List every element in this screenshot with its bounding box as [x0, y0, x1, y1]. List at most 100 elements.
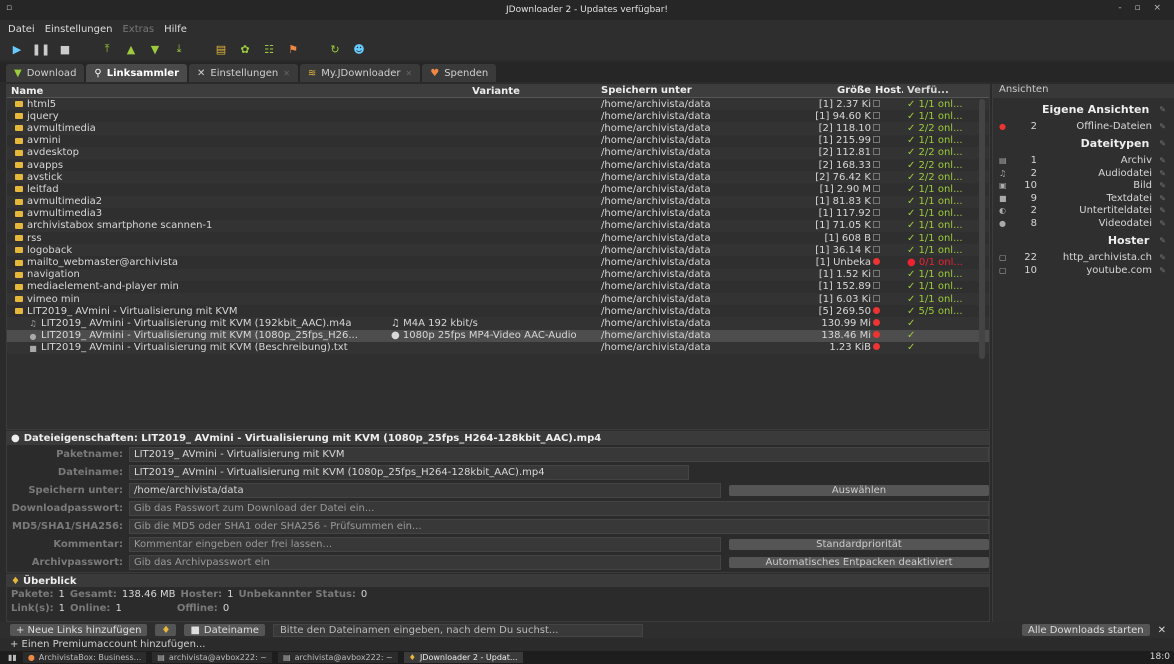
sidebar-view-item[interactable]: ▤ 1 Archiv ✎	[993, 155, 1174, 168]
link-row[interactable]: ■ LIT2019_ AVmini - Virtualisierung mit K…	[7, 341, 989, 354]
add-premium-link[interactable]: + Einen Premiumaccount hinzufügen...	[0, 638, 1174, 651]
flag-icon[interactable]: ⚑	[286, 42, 300, 56]
stop-icon[interactable]: ■	[58, 42, 72, 56]
package-row[interactable]: avstick/home/archivista/data [2] 76.42 K ✓…	[7, 171, 989, 184]
edit-icon[interactable]: ✎	[1152, 253, 1166, 262]
package-row[interactable]: html5/home/archivista/data [1] 2.37 Ki ✓ 1…	[7, 98, 989, 111]
edit-icon[interactable]: ✎	[1152, 219, 1166, 228]
save-path-field[interactable]: /home/archivista/data	[129, 482, 721, 498]
sidebar-view-item[interactable]: ■ 9 Textdatei ✎	[993, 192, 1174, 205]
sidebar-view-item[interactable]: ▢ 10 youtube.com ✎	[993, 264, 1174, 277]
sidebar-view-item[interactable]: ◐ 2 Untertiteldatei ✎	[993, 205, 1174, 218]
clipboard-icon[interactable]: ▤	[214, 42, 228, 56]
shutdown-icon[interactable]: ☻	[352, 42, 366, 56]
package-row[interactable]: avapps/home/archivista/data [2] 168.33 ✓ 2…	[7, 159, 989, 171]
package-row[interactable]: navigation/home/archivista/data [1] 1.52 …	[7, 268, 989, 281]
package-field[interactable]: LIT2019_ AVmini - Virtualisierung mit KV…	[129, 446, 989, 462]
overview-icon: ♦	[11, 575, 20, 587]
menu-datei[interactable]: Datei	[8, 24, 35, 35]
checksum-field[interactable]: Gib die MD5 oder SHA1 oder SHA256 - Prüf…	[129, 518, 989, 534]
col-path[interactable]: Speichern unter	[597, 85, 809, 97]
taskbar-item[interactable]: ● ArchivistaBox: Business...	[22, 652, 147, 663]
package-row[interactable]: avmultimedia2/home/archivista/data [1] 81…	[7, 195, 989, 208]
window-menu-icon[interactable]: ▫	[6, 3, 12, 13]
priority-select[interactable]: Standardpriorität	[729, 538, 989, 550]
package-row[interactable]: avmini/home/archivista/data [1] 215.99 ✓ 1…	[7, 135, 989, 147]
search-input[interactable]: Bitte den Dateinamen eingeben, nach dem …	[272, 623, 644, 637]
menu-hilfe[interactable]: Hilfe	[164, 24, 187, 35]
move-top-icon[interactable]: ⤒	[100, 42, 114, 56]
edit-icon[interactable]: ✎	[1152, 156, 1166, 165]
premium-icon[interactable]: ☷	[262, 42, 276, 56]
package-row[interactable]: jquery/home/archivista/data [1] 94.60 K ✓ …	[7, 110, 989, 122]
link-row[interactable]: ● LIT2019_ AVmini - Virtualisierung mit K…	[7, 329, 989, 342]
clear-icon[interactable]: ♦	[155, 624, 177, 636]
auto-extract-select[interactable]: Automatisches Entpacken deaktiviert	[729, 556, 989, 568]
package-row[interactable]: avdesktop/home/archivista/data [2] 112.81…	[7, 146, 989, 159]
tab-linksammler[interactable]: ⚲ Linksammler	[86, 64, 188, 82]
sidebar-view-item[interactable]: ● 2 Offline-Dateien ✎	[993, 120, 1174, 133]
filename-field[interactable]: LIT2019_ AVmini - Virtualisierung mit KV…	[129, 464, 689, 480]
add-links-button[interactable]: + Neue Links hinzufügen	[10, 624, 148, 636]
edit-icon[interactable]: ✎	[1159, 105, 1166, 114]
start-menu-icon[interactable]: ▮▮	[8, 653, 17, 662]
row-variant[interactable]: ♫ M4A 192 kbit/s	[391, 318, 597, 329]
col-availability[interactable]: Verfü...	[903, 85, 969, 97]
package-row[interactable]: LIT2019_ AVmini - Virtualisierung mit KV…	[7, 305, 989, 317]
col-variant[interactable]: Variante	[391, 85, 597, 97]
package-row[interactable]: avmultimedia/home/archivista/data [2] 118…	[7, 122, 989, 135]
taskbar-item[interactable]: ▤ archivista@avbox222: ~	[278, 652, 398, 663]
tab-einstellungen[interactable]: ✕ Einstellungen ✕	[189, 64, 298, 82]
close-icon[interactable]: ✕	[283, 69, 290, 78]
sidebar-view-item[interactable]: ▢ 22 http_archivista.ch ✎	[993, 252, 1174, 265]
taskbar-item[interactable]: ▤ archivista@avbox222: ~	[152, 652, 273, 663]
sidebar-view-item[interactable]: ♫ 2 Audiodatei ✎	[993, 167, 1174, 180]
row-variant[interactable]: ● 1080p 25fps MP4-Video AAC-Audio	[391, 330, 597, 341]
window-controls[interactable]: - ▫ ×	[1118, 3, 1166, 13]
edit-icon[interactable]: ✎	[1152, 266, 1166, 275]
tab-spenden[interactable]: ♥ Spenden	[422, 64, 497, 82]
link-row[interactable]: ♫ LIT2019_ AVmini - Virtualisierung mit K…	[7, 317, 989, 330]
package-row[interactable]: mailto_webmaster@archivista/home/archivi…	[7, 256, 989, 268]
edit-icon[interactable]: ✎	[1159, 236, 1166, 245]
pause-icon[interactable]: ❚❚	[32, 42, 50, 56]
play-icon[interactable]: ▶	[10, 42, 24, 56]
package-row[interactable]: mediaelement-and-player min/home/archivi…	[7, 281, 989, 293]
choose-path-button[interactable]: Auswählen	[729, 484, 989, 496]
package-row[interactable]: leitfad/home/archivista/data [1] 2.90 M ✓ …	[7, 183, 989, 195]
package-row[interactable]: logoback/home/archivista/data [1] 36.14 K…	[7, 244, 989, 257]
move-down-icon[interactable]: ▼	[148, 42, 162, 56]
edit-icon[interactable]: ✎	[1152, 169, 1166, 178]
archive-password-field[interactable]: Gib das Archivpasswort ein	[129, 554, 721, 570]
package-row[interactable]: rss/home/archivista/data [1] 608 B ✓ 1/1 o…	[7, 232, 989, 244]
package-row[interactable]: vimeo min/home/archivista/data [1] 6.03 K…	[7, 293, 989, 306]
close-icon[interactable]: ✕	[406, 69, 413, 78]
sidebar-view-item[interactable]: ● 8 Videodatei ✎	[993, 217, 1174, 230]
vertical-scrollbar[interactable]	[979, 99, 985, 359]
row-size: [2] 168.33	[818, 159, 871, 171]
edit-icon[interactable]: ✎	[1159, 139, 1166, 148]
edit-icon[interactable]: ✎	[1152, 194, 1166, 203]
move-bottom-icon[interactable]: ⤓	[172, 42, 186, 56]
edit-icon[interactable]: ✎	[1152, 206, 1166, 215]
update-icon[interactable]: ↻	[328, 42, 342, 56]
settings-icon[interactable]: ✕	[1158, 625, 1166, 636]
tab-download[interactable]: ▼ Download	[6, 64, 85, 82]
comment-field[interactable]: Kommentar eingeben oder frei lassen...	[129, 536, 721, 552]
filename-filter-select[interactable]: ■ Dateiname	[184, 624, 265, 636]
reconnect-icon[interactable]: ✿	[238, 42, 252, 56]
edit-icon[interactable]: ✎	[1152, 181, 1166, 190]
col-size[interactable]: Größe	[809, 85, 871, 97]
package-row[interactable]: avmultimedia3/home/archivista/data [1] 11…	[7, 208, 989, 220]
package-row[interactable]: archivistabox smartphone scannen-1/home/…	[7, 219, 989, 233]
start-all-button[interactable]: Alle Downloads starten	[1022, 624, 1150, 636]
col-host[interactable]: Host...	[871, 85, 903, 97]
col-name[interactable]: Name	[7, 85, 391, 97]
edit-icon[interactable]: ✎	[1152, 122, 1166, 131]
menu-einstellungen[interactable]: Einstellungen	[45, 24, 113, 35]
taskbar-item[interactable]: ♦ JDownloader 2 - Updat...	[403, 652, 523, 663]
tab-myjdownloader[interactable]: ≋ My.JDownloader ✕	[299, 64, 421, 82]
download-password-field[interactable]: Gib das Passwort zum Download der Datei …	[129, 500, 989, 516]
move-up-icon[interactable]: ▲	[124, 42, 138, 56]
sidebar-view-item[interactable]: ▣ 10 Bild ✎	[993, 180, 1174, 193]
